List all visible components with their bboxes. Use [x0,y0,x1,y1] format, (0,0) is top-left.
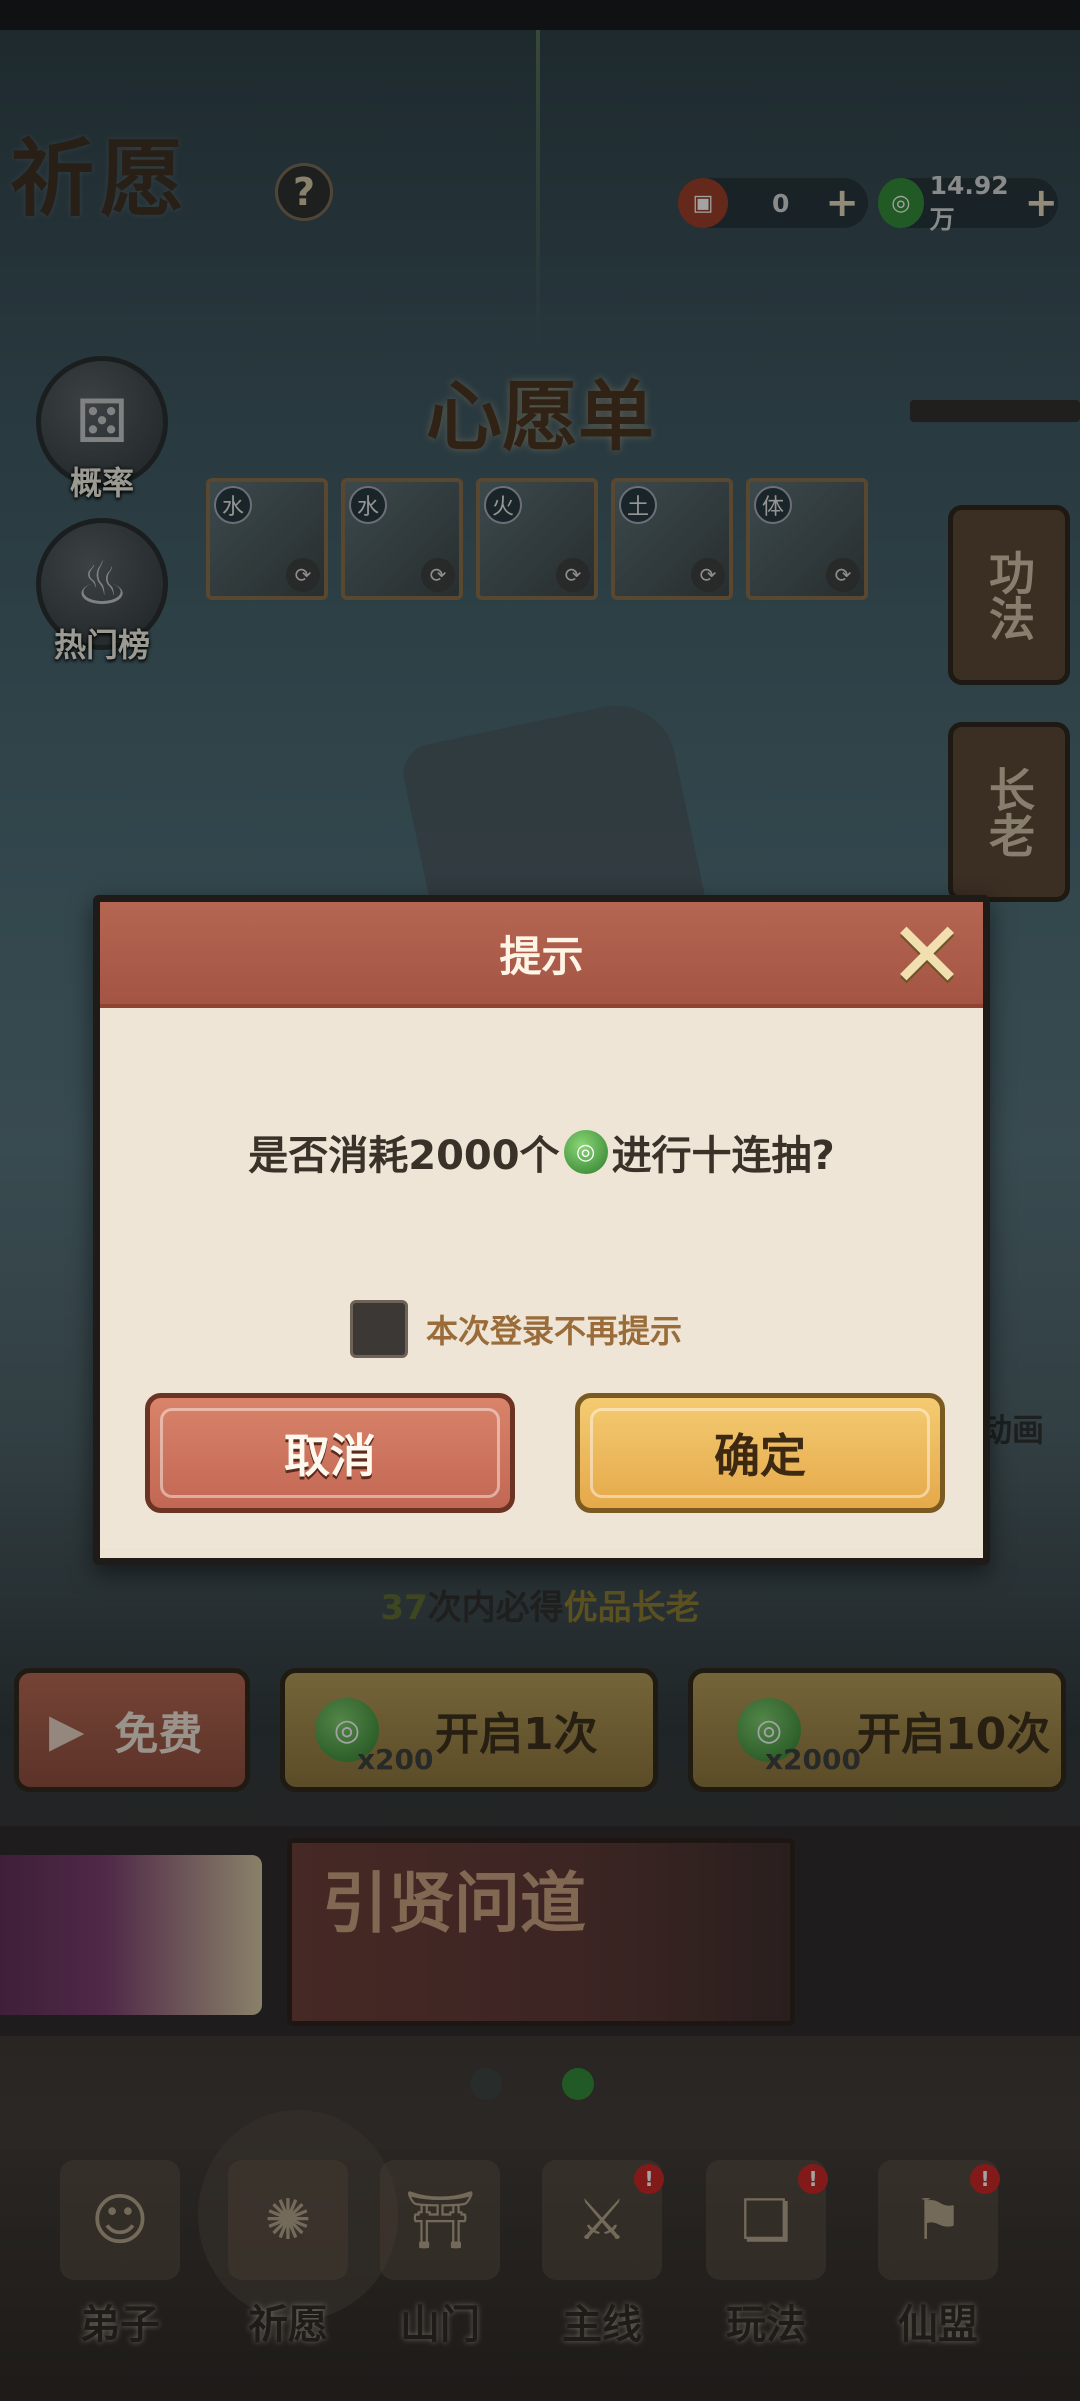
dialog-body: 是否消耗2000个 ◎ 进行十连抽? 本次登录不再提示 取消 确定 [100,1008,983,1548]
dialog-message: 是否消耗2000个 ◎ 进行十连抽? [100,1123,983,1181]
dialog-header: 提示 ✕ [100,902,983,1008]
message-after: 进行十连抽? [611,1133,835,1179]
dont-remind-label[interactable]: 本次登录不再提示 [426,1306,682,1352]
dialog-title: 提示 [499,931,584,981]
cancel-label: 取消 [284,1429,376,1483]
confirm-dialog: 提示 ✕ 是否消耗2000个 ◎ 进行十连抽? 本次登录不再提示 取消 确定 [93,895,990,1565]
dont-remind-option[interactable]: 本次登录不再提示 [350,1300,682,1358]
message-before: 是否消耗2000个 [248,1133,560,1179]
cancel-button[interactable]: 取消 [145,1393,515,1513]
jade-coin-icon: ◎ [563,1130,608,1174]
dont-remind-checkbox[interactable] [350,1300,408,1358]
close-icon[interactable]: ✕ [881,910,973,1002]
confirm-label: 确定 [714,1429,806,1483]
confirm-button[interactable]: 确定 [575,1393,945,1513]
